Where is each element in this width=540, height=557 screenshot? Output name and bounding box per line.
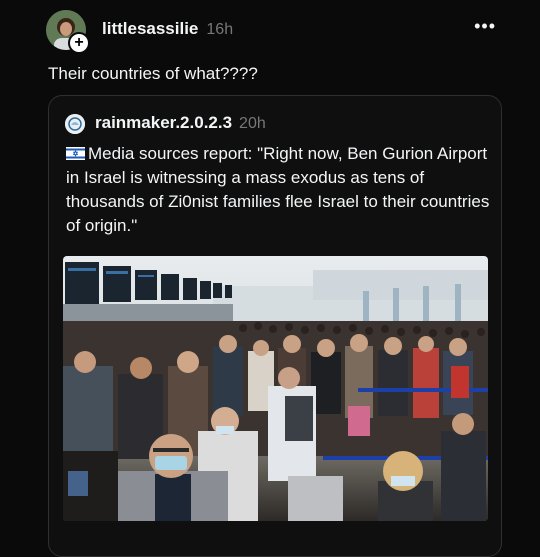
israel-flag-icon [66,147,85,160]
author-avatar[interactable]: + [46,10,90,54]
quoted-post-timestamp: 20h [239,115,266,132]
quoted-post-card[interactable]: rainmaker.2.0.2.3 20h Media sources repo… [48,95,502,557]
quoted-author-row: rainmaker.2.0.2.3 20h [95,113,266,133]
quoted-post-body: Media sources report: "Right now, Ben Gu… [66,142,496,238]
quoted-author-username[interactable]: rainmaker.2.0.2.3 [95,113,232,133]
author-username[interactable]: littlesassilie [102,19,198,39]
author-row: littlesassilie 16h [102,19,233,39]
more-options-icon[interactable]: ••• [474,16,496,37]
thread-post: + littlesassilie 16h ••• Their countries… [0,0,540,557]
post-timestamp: 16h [206,21,234,38]
airport-crowd-photo[interactable] [63,256,488,521]
post-text: Their countries of what???? [48,64,258,83]
quoted-post-text: Media sources report: "Right now, Ben Gu… [66,144,490,235]
quoted-author-avatar[interactable] [65,114,85,134]
follow-plus-icon[interactable]: + [68,32,90,54]
